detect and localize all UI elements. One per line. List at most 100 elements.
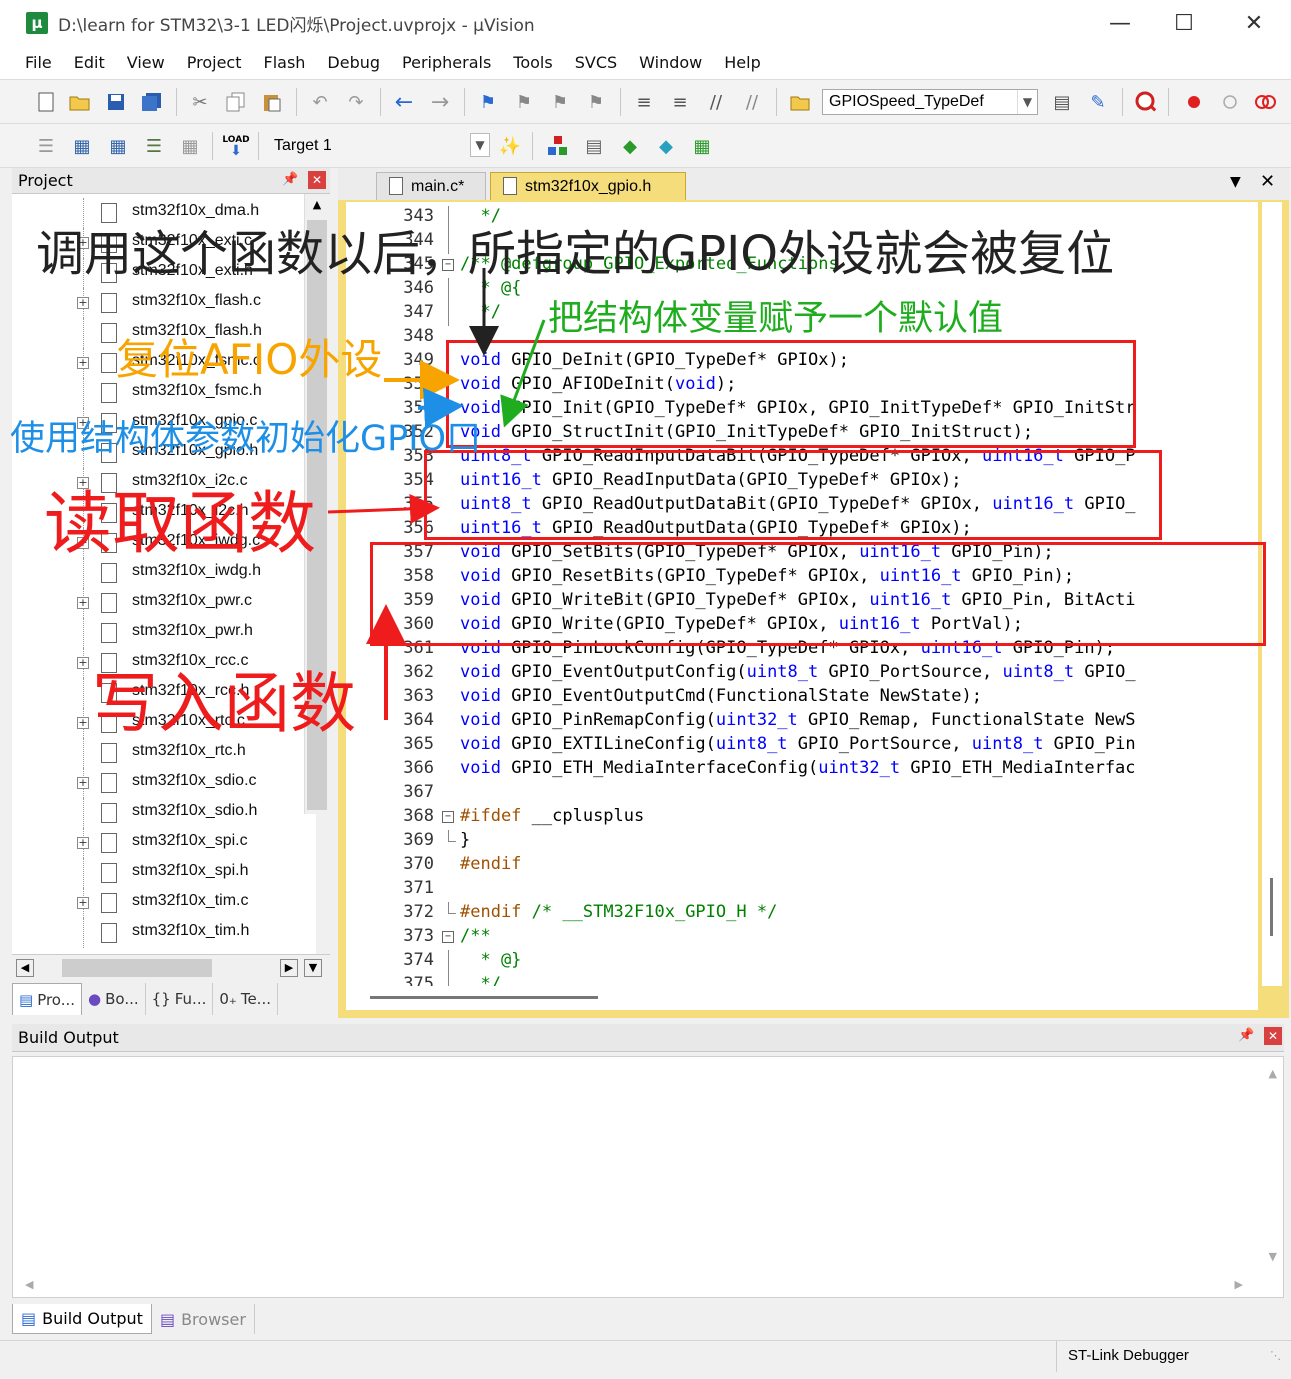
- scroll-down-icon[interactable]: ▼: [304, 959, 322, 977]
- next-bookmark-icon[interactable]: ⚑: [548, 90, 572, 114]
- code-line[interactable]: 374 * @}: [346, 950, 1258, 974]
- bookmark-icon[interactable]: ⚑: [476, 90, 500, 114]
- clear-bookmarks-icon[interactable]: ⚑: [584, 90, 608, 114]
- close-panel-icon[interactable]: ✕: [1264, 1027, 1282, 1045]
- scroll-down-icon[interactable]: ▼: [1269, 1250, 1277, 1263]
- find-in-files-icon[interactable]: [788, 90, 812, 114]
- target-options-icon[interactable]: ✨: [498, 134, 522, 158]
- minimize-icon[interactable]: —: [1086, 0, 1154, 46]
- close-tab-icon[interactable]: ✕: [1260, 171, 1275, 192]
- expand-icon[interactable]: +: [77, 657, 89, 669]
- tree-file-item[interactable]: stm32f10x_pwr.h: [12, 618, 312, 648]
- code-line[interactable]: 366 void GPIO_ETH_MediaInterfaceConfig(ui…: [346, 758, 1258, 782]
- code-line[interactable]: 369}: [346, 830, 1258, 854]
- scroll-thumb[interactable]: [62, 959, 212, 977]
- tab-project[interactable]: ▤ Pro...: [12, 983, 83, 1015]
- build-output-text[interactable]: ▲ ▼ ◀ ▶: [12, 1056, 1284, 1298]
- project-tree[interactable]: stm32f10x_dma.h + stm32f10x_exti.c stm32f10…: [12, 194, 316, 954]
- code-line[interactable]: 370 #endif: [346, 854, 1258, 878]
- expand-icon[interactable]: +: [77, 897, 89, 909]
- tree-file-item[interactable]: stm32f10x_tim.h: [12, 918, 312, 948]
- menu-project[interactable]: Project: [176, 53, 253, 72]
- expand-icon[interactable]: +: [77, 357, 89, 369]
- tab-books[interactable]: ● Bo...: [82, 983, 146, 1015]
- menu-help[interactable]: Help: [713, 53, 771, 72]
- indent-icon[interactable]: ≡: [632, 90, 656, 114]
- project-horizontal-scrollbar[interactable]: ◀ ▶ ▼: [12, 954, 330, 980]
- prev-bookmark-icon[interactable]: ⚑: [512, 90, 536, 114]
- code-line[interactable]: 367: [346, 782, 1258, 806]
- select-packs-icon[interactable]: ◆: [618, 134, 642, 158]
- close-panel-icon[interactable]: ✕: [308, 171, 326, 189]
- menu-svcs[interactable]: SVCS: [564, 53, 628, 72]
- code-line[interactable]: 362 void GPIO_EventOutputConfig(uint8_t G…: [346, 662, 1258, 686]
- menu-debug[interactable]: Debug: [316, 53, 391, 72]
- expand-icon[interactable]: +: [77, 297, 89, 309]
- menu-flash[interactable]: Flash: [252, 53, 316, 72]
- breakpoint-icon[interactable]: [1182, 90, 1206, 114]
- target-combo[interactable]: Target 1 ▼: [268, 133, 490, 159]
- find-icon[interactable]: ▤: [1050, 90, 1074, 114]
- unindent-icon[interactable]: ≡: [668, 90, 692, 114]
- rebuild-icon[interactable]: ▦: [106, 134, 130, 158]
- tab-build-output[interactable]: ▤ Build Output: [12, 1304, 152, 1334]
- tree-file-item[interactable]: stm32f10x_sdio.h: [12, 798, 312, 828]
- navigate-back-icon[interactable]: ←: [392, 90, 416, 115]
- expand-icon[interactable]: +: [77, 837, 89, 849]
- kill-breakpoints-icon[interactable]: [1254, 90, 1278, 114]
- disable-breakpoint-icon[interactable]: [1218, 90, 1242, 114]
- file-extensions-icon[interactable]: ▤: [582, 134, 606, 158]
- tree-file-item[interactable]: + stm32f10x_pwr.c: [12, 588, 312, 618]
- menu-edit[interactable]: Edit: [63, 53, 116, 72]
- tree-file-item[interactable]: + stm32f10x_spi.c: [12, 828, 312, 858]
- menu-peripherals[interactable]: Peripherals: [391, 53, 502, 72]
- code-line[interactable]: 375 */: [346, 974, 1258, 986]
- tree-file-item[interactable]: + stm32f10x_tim.c: [12, 888, 312, 918]
- scroll-right-icon[interactable]: ▶: [1235, 1278, 1243, 1291]
- scroll-right-icon[interactable]: ▶: [280, 959, 298, 977]
- debug-session-icon[interactable]: [1134, 90, 1158, 114]
- menu-window[interactable]: Window: [628, 53, 713, 72]
- tab-list-chevron-down-icon[interactable]: ▼: [1230, 174, 1241, 190]
- resize-grip-icon[interactable]: ⋱: [1270, 1349, 1281, 1362]
- scroll-left-icon[interactable]: ◀: [25, 1278, 33, 1291]
- tree-file-item[interactable]: + stm32f10x_sdio.c: [12, 768, 312, 798]
- stop-build-icon[interactable]: ▦: [178, 134, 202, 158]
- find-combo[interactable]: GPIOSpeed_TypeDef ▼: [822, 89, 1038, 115]
- menu-view[interactable]: View: [116, 53, 176, 72]
- code-line[interactable]: 372 #endif /* __STM32F10x_GPIO_H */: [346, 902, 1258, 926]
- scroll-thumb[interactable]: [1270, 878, 1273, 936]
- scroll-thumb[interactable]: [370, 996, 598, 999]
- navigate-forward-icon[interactable]: →: [428, 90, 452, 115]
- scroll-up-icon[interactable]: ▲: [1269, 1067, 1277, 1080]
- build-icon[interactable]: ▦: [70, 134, 94, 158]
- menu-file[interactable]: File: [14, 53, 63, 72]
- comment-icon[interactable]: //: [704, 90, 728, 114]
- tab-stm32f10x-gpio-h[interactable]: stm32f10x_gpio.h: [490, 172, 686, 200]
- copy-icon[interactable]: [224, 90, 248, 114]
- expand-icon[interactable]: +: [77, 717, 89, 729]
- pack-installer-icon[interactable]: ◆: [654, 134, 678, 158]
- maximize-icon[interactable]: ☐: [1150, 0, 1218, 46]
- code-line[interactable]: 365 void GPIO_EXTILineConfig(uint8_t GPIO…: [346, 734, 1258, 758]
- tab-functions[interactable]: {} Fu...: [146, 983, 214, 1015]
- cut-icon[interactable]: ✂: [188, 90, 212, 114]
- tree-file-item[interactable]: stm32f10x_spi.h: [12, 858, 312, 888]
- pin-icon[interactable]: 📌: [282, 172, 298, 187]
- close-window-icon[interactable]: ✕: [1220, 0, 1288, 46]
- code-line[interactable]: 371: [346, 878, 1258, 902]
- manage-components-icon[interactable]: [546, 134, 570, 158]
- expand-icon[interactable]: +: [77, 777, 89, 789]
- tab-main-c[interactable]: main.c*: [376, 172, 486, 200]
- batch-build-icon[interactable]: ☰: [142, 134, 166, 158]
- code-line[interactable]: 363 void GPIO_EventOutputCmd(FunctionalSt…: [346, 686, 1258, 710]
- new-file-icon[interactable]: [34, 90, 58, 114]
- code-line[interactable]: 373−/**: [346, 926, 1258, 950]
- paste-icon[interactable]: [260, 90, 284, 114]
- pin-icon[interactable]: 📌: [1238, 1028, 1254, 1043]
- save-all-icon[interactable]: [140, 90, 164, 114]
- expand-icon[interactable]: +: [77, 597, 89, 609]
- code-line[interactable]: 364 void GPIO_PinRemapConfig(uint32_t GPI…: [346, 710, 1258, 734]
- menu-tools[interactable]: Tools: [502, 53, 563, 72]
- undo-icon[interactable]: ↶: [308, 90, 332, 114]
